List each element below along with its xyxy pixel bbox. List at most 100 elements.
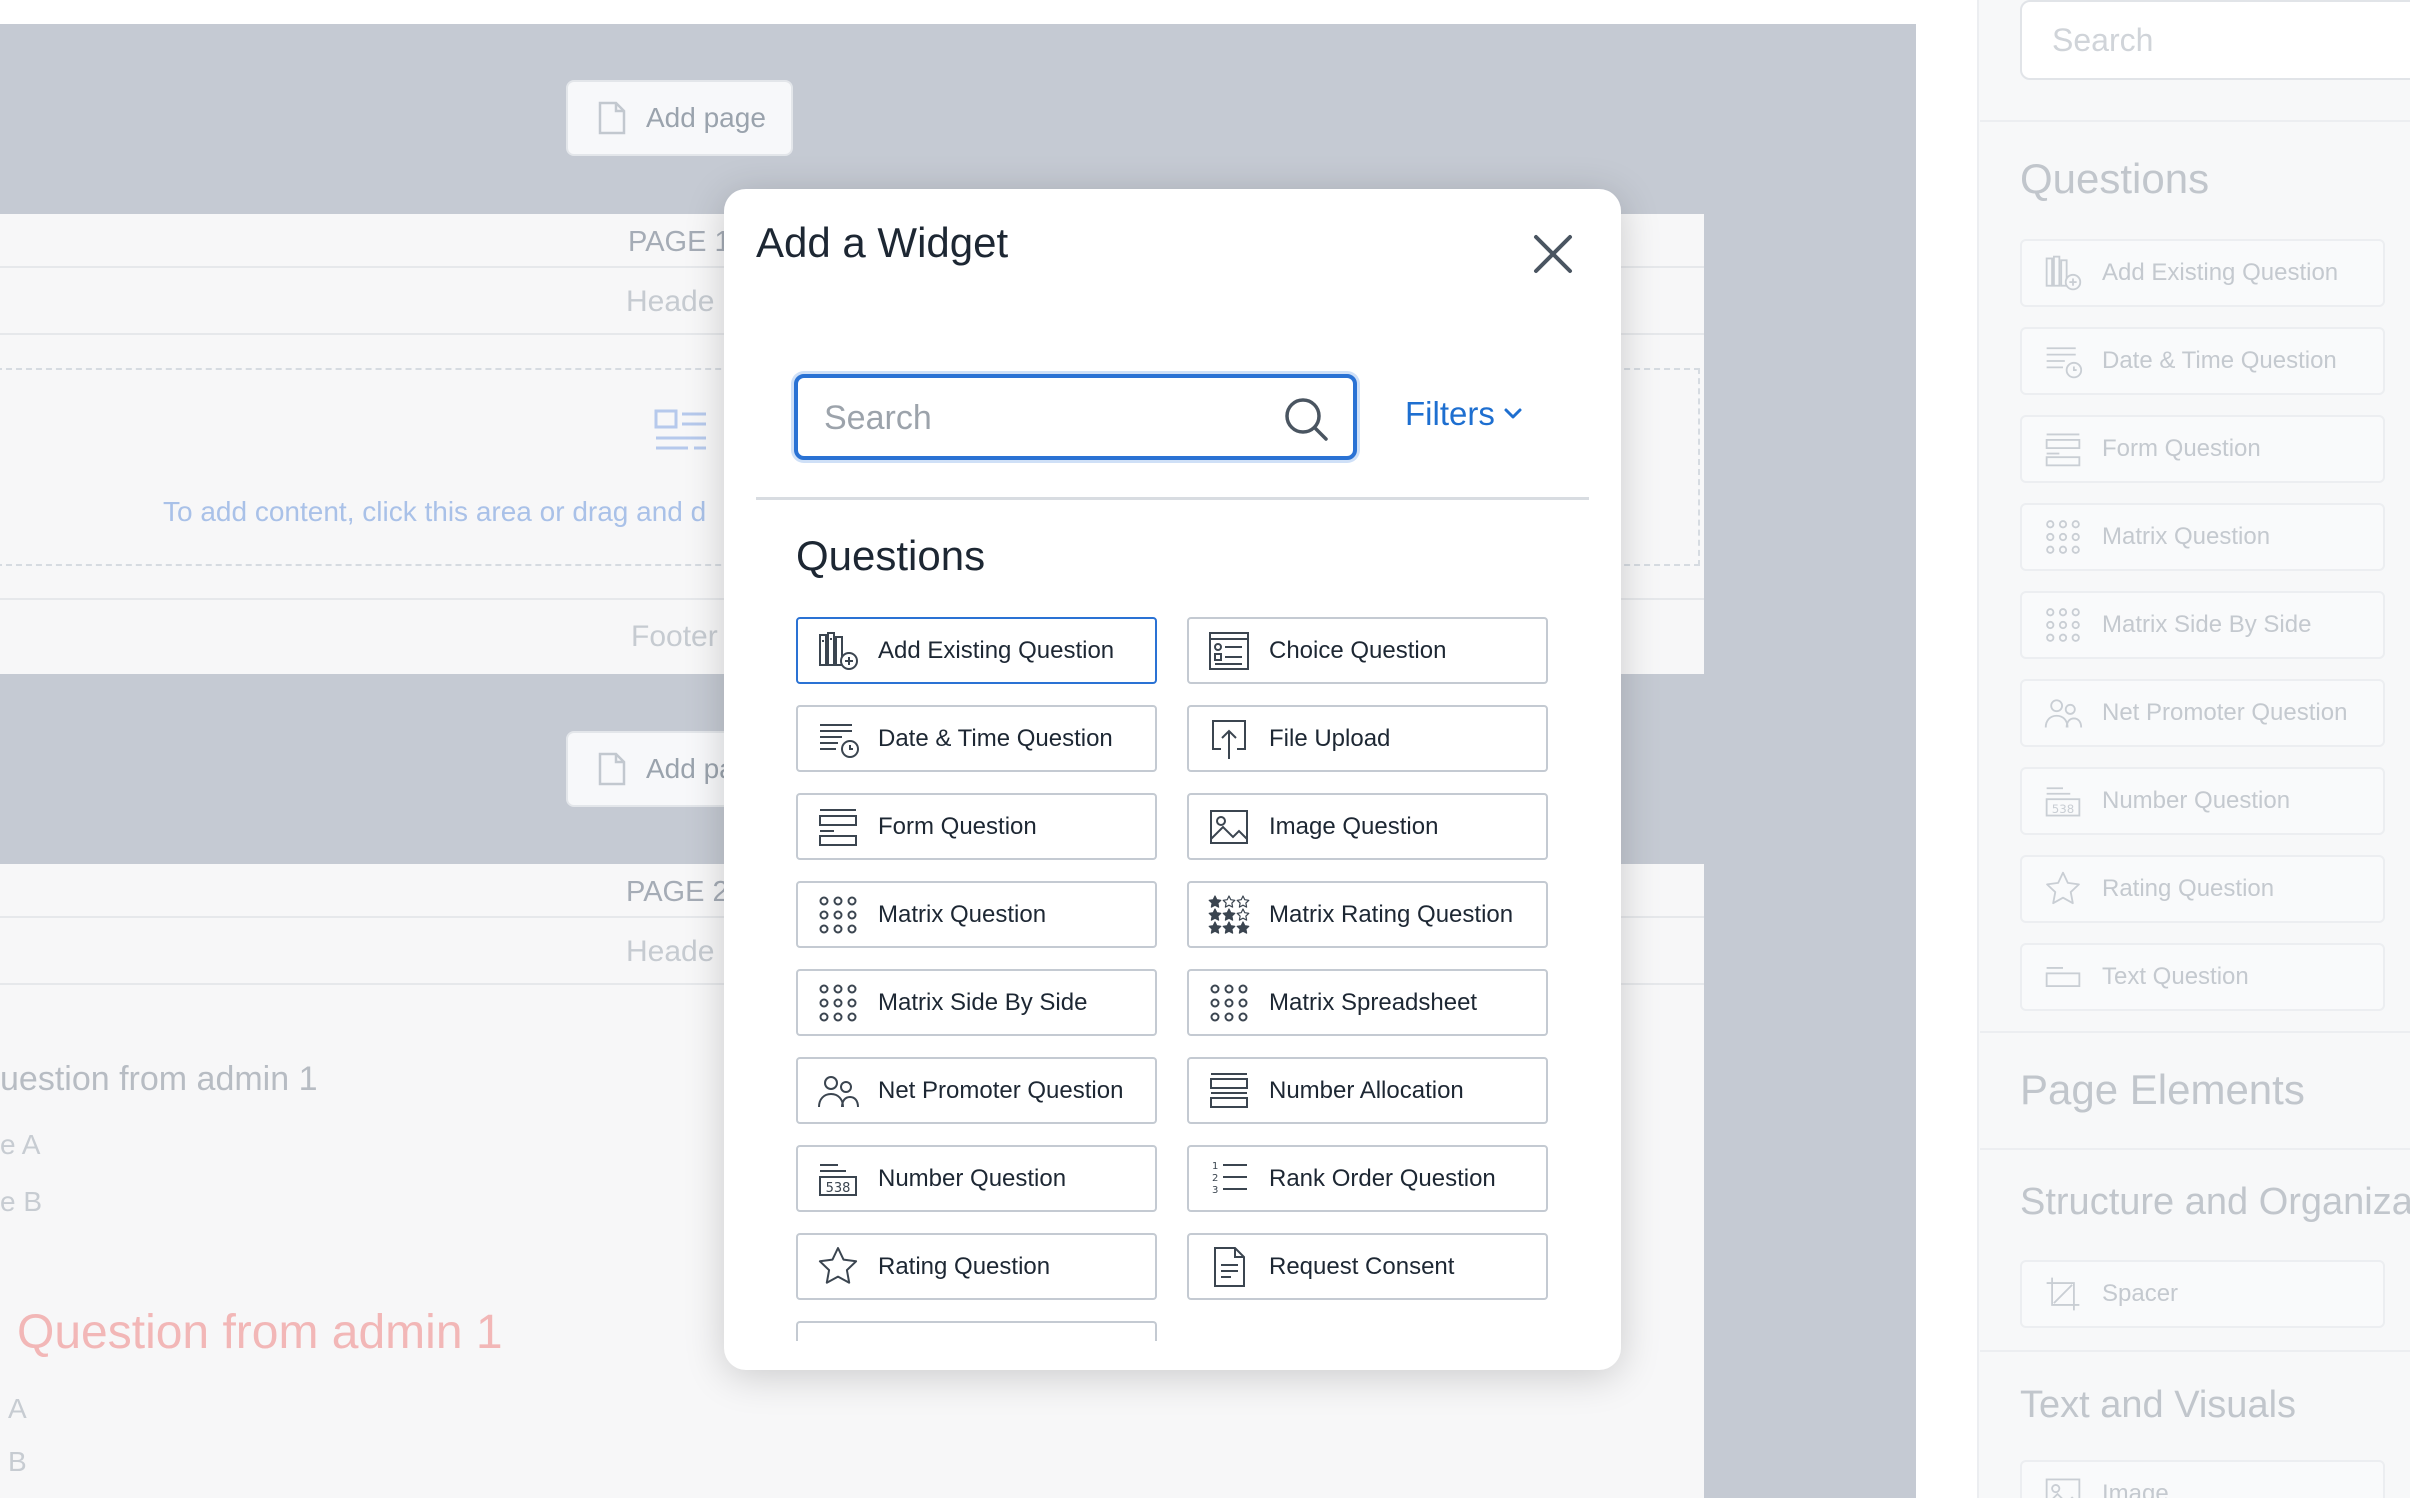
matrix-icon [1207, 981, 1251, 1025]
sidebar-item-number-question[interactable]: 538 Number Question [2020, 767, 2385, 835]
rank-order-icon: 123 [1207, 1157, 1251, 1201]
add-existing-icon [816, 629, 860, 673]
sidebar-item-label: Matrix Question [2102, 523, 2271, 550]
choice-label: e B [0, 1186, 43, 1217]
add-widget-dialog: Add a Widget Filters Questions Add Exist… [724, 189, 1621, 1370]
widget-label: Add Existing Question [878, 636, 1115, 664]
svg-text:538: 538 [826, 1181, 851, 1196]
divider [1980, 1148, 2410, 1150]
star-icon [2046, 871, 2080, 905]
widget-rank-order-question[interactable]: 123 Rank Order Question [1187, 1145, 1548, 1212]
sidebar-item-label: Date & Time Question [2102, 347, 2337, 374]
consent-icon [1207, 1245, 1251, 1289]
spacer-icon [2046, 1277, 2080, 1311]
widget-matrix-question[interactable]: Matrix Question [796, 881, 1157, 948]
widget-label: Choice Question [1269, 636, 1447, 664]
widget-label: File Upload [1269, 724, 1391, 752]
svg-text:3: 3 [1212, 1185, 1218, 1196]
sidebar-item-add-existing-question[interactable]: Add Existing Question [2020, 239, 2385, 307]
widget-label: Rank Order Question [1269, 1164, 1496, 1192]
sidebar-item-spacer[interactable]: Spacer [2020, 1260, 2385, 1328]
sidebar-item-label: Text Question [2102, 963, 2249, 990]
question-title-error[interactable]: Question from admin 1 [17, 1305, 503, 1360]
sidebar-item-text-question[interactable]: Text Question [2020, 943, 2385, 1011]
sidebar-item-label: Image [2102, 1480, 2169, 1498]
divider [756, 497, 1589, 500]
sidebar-questions-heading: Questions [2020, 155, 2210, 202]
sidebar-item-rating-question[interactable]: Rating Question [2020, 855, 2385, 923]
sidebar-item-net-promoter-question[interactable]: Net Promoter Question [2020, 679, 2385, 747]
search-field[interactable] [794, 374, 1357, 460]
sidebar-item-label: Number Question [2102, 787, 2291, 814]
widget-date-time-question[interactable]: Date & Time Question [796, 705, 1157, 772]
form-icon [816, 805, 860, 849]
image-icon [1207, 805, 1251, 849]
people-icon [816, 1069, 860, 1113]
choice-icon [1207, 629, 1251, 673]
widget-matrix-side-by-side[interactable]: Matrix Side By Side [796, 969, 1157, 1036]
number-icon: 538 [2045, 787, 2081, 817]
question-title[interactable]: uestion from admin 1 [0, 1060, 318, 1099]
matrix-icon [816, 981, 860, 1025]
widget-label: Matrix Rating Question [1269, 900, 1514, 928]
widget-rating-question[interactable]: Rating Question [796, 1233, 1157, 1300]
number-icon: 538 [816, 1157, 860, 1201]
choice-label: A [8, 1393, 27, 1424]
filters-dropdown[interactable]: Filters [1405, 395, 1523, 433]
divider [1980, 1031, 2410, 1033]
page-1-label: PAGE 1 [628, 226, 731, 258]
widget-label: Image Question [1269, 812, 1439, 840]
widget-label: Request Consent [1269, 1252, 1455, 1280]
filters-label: Filters [1405, 395, 1495, 432]
widget-matrix-spreadsheet[interactable]: Matrix Spreadsheet [1187, 969, 1548, 1036]
sidebar-item-matrix-side-by-side[interactable]: Matrix Side By Side [2020, 591, 2385, 659]
sidebar-item-label: Spacer [2102, 1280, 2179, 1307]
add-page-button[interactable]: Add page [566, 80, 793, 156]
dialog-title: Add a Widget [756, 219, 1009, 266]
svg-text:538: 538 [2052, 802, 2075, 816]
widget-request-consent[interactable]: Request Consent [1187, 1233, 1548, 1300]
widget-form-question[interactable]: Form Question [796, 793, 1157, 860]
page-2-label: PAGE 2 [626, 876, 729, 908]
sidebar-item-label: Net Promoter Question [2102, 699, 2348, 726]
choice-label: B [8, 1446, 27, 1477]
add-page-label: Add pa [646, 753, 735, 784]
form-icon [2045, 433, 2081, 467]
search-icon[interactable] [1282, 395, 1330, 443]
widget-choice-question[interactable]: Choice Question [1187, 617, 1548, 684]
matrix-icon [2046, 520, 2080, 554]
widget-label: Date & Time Question [878, 724, 1113, 752]
sidebar-item-form-question[interactable]: Form Question [2020, 415, 2385, 483]
divider [1980, 120, 2410, 122]
widget-label: Number Allocation [1269, 1076, 1464, 1104]
sidebar-item-date-time-question[interactable]: Date & Time Question [2020, 327, 2385, 395]
widget-matrix-rating-question[interactable]: Matrix Rating Question [1187, 881, 1548, 948]
widget-net-promoter-question[interactable]: Net Promoter Question [796, 1057, 1157, 1124]
page-1-footer: Footer [631, 620, 718, 653]
page-icon [598, 752, 626, 786]
sidebar-item-label: Matrix Side By Side [2102, 611, 2312, 638]
sidebar-item-matrix-question[interactable]: Matrix Question [2020, 503, 2385, 571]
widget-number-allocation[interactable]: Number Allocation [1187, 1057, 1548, 1124]
date-time-icon [2046, 347, 2083, 379]
widget-label: Form Question [878, 812, 1037, 840]
sidebar-item-image[interactable]: Image [2020, 1460, 2385, 1498]
sidebar-item-label: Rating Question [2102, 875, 2275, 902]
sidebar-structure-heading: Structure and Organizat [2020, 1181, 2410, 1223]
page-icon [598, 101, 626, 135]
svg-text:1: 1 [1212, 1161, 1218, 1172]
sidebar-item-label: Form Question [2102, 435, 2261, 462]
search-input[interactable] [824, 394, 1264, 442]
page-1-header: Heade [626, 285, 715, 318]
widget-label: Number Question [878, 1164, 1067, 1192]
allocation-icon [1207, 1069, 1251, 1113]
widget-image-question[interactable]: Image Question [1187, 793, 1548, 860]
matrix-rating-icon [1207, 893, 1251, 937]
widget-next-row-partial[interactable] [796, 1321, 1157, 1341]
close-button[interactable] [1524, 225, 1582, 283]
widget-file-upload[interactable]: File Upload [1187, 705, 1548, 772]
widget-label: Matrix Question [878, 900, 1047, 928]
sidebar-item-label: Add Existing Question [2102, 259, 2339, 286]
widget-number-question[interactable]: 538 Number Question [796, 1145, 1157, 1212]
widget-add-existing-question[interactable]: Add Existing Question [796, 617, 1157, 684]
